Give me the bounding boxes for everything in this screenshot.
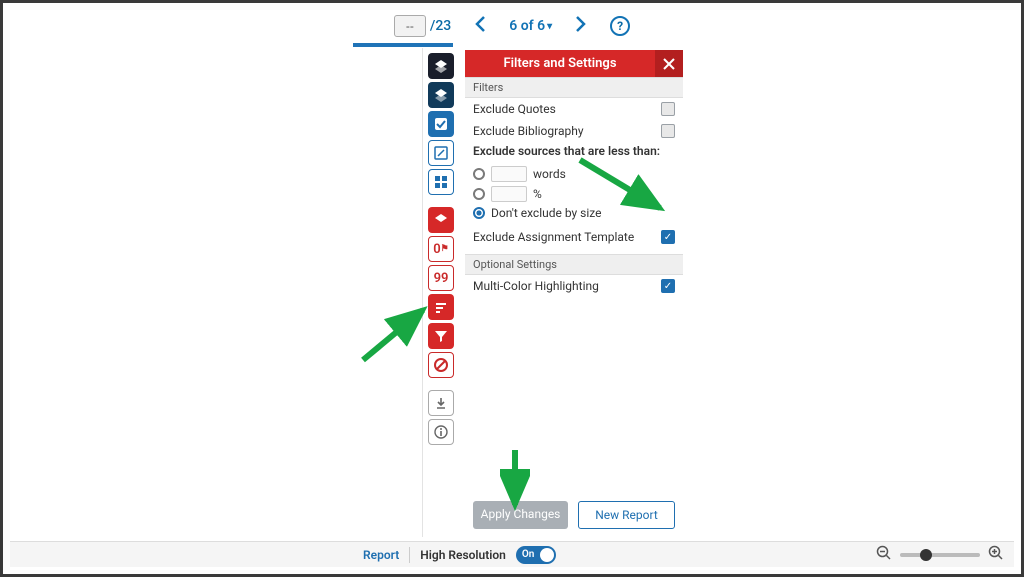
exclude-quotes-label: Exclude Quotes [473, 102, 556, 116]
help-icon[interactable]: ? [610, 16, 630, 36]
exclude-words-radio[interactable] [473, 168, 485, 180]
page-input[interactable] [394, 15, 426, 37]
exclude-bibliography-label: Exclude Bibliography [473, 124, 584, 138]
next-match-button[interactable] [568, 14, 594, 38]
prev-match-button[interactable] [467, 14, 493, 38]
info-icon[interactable] [428, 419, 454, 445]
multicolor-checkbox[interactable]: ✓ [661, 279, 675, 293]
multicolor-label: Multi-Color Highlighting [473, 279, 599, 293]
exclude-template-checkbox[interactable]: ✓ [661, 230, 675, 244]
exclude-size-heading: Exclude sources that are less than: [465, 142, 683, 164]
top-pagination-bar: /23 6 of 6▾ ? [10, 10, 1014, 42]
exclude-words-unit: words [533, 167, 566, 181]
exclude-template-label: Exclude Assignment Template [473, 230, 634, 244]
layers-secondary-icon[interactable] [428, 82, 454, 108]
panel-actions: Apply Changes New Report [465, 493, 683, 537]
layers-icon[interactable] [428, 53, 454, 79]
zoom-slider[interactable] [900, 553, 980, 557]
grid-icon[interactable] [428, 169, 454, 195]
optional-settings-label: Optional Settings [465, 254, 683, 275]
high-resolution-label: High Resolution [410, 548, 516, 562]
check-icon[interactable] [428, 111, 454, 137]
filters-section-label: Filters [465, 77, 683, 98]
page-total: /23 [430, 18, 451, 34]
exclude-bibliography-checkbox[interactable] [661, 124, 675, 138]
dont-exclude-label: Don't exclude by size [491, 206, 602, 220]
footer-bar: Report High Resolution On [10, 541, 1014, 567]
new-report-button[interactable]: New Report [578, 501, 675, 529]
excluded-sources-icon[interactable] [428, 352, 454, 378]
active-tab-accent [353, 43, 453, 47]
layers-red-icon[interactable] [428, 207, 454, 233]
panel-close-button[interactable] [655, 50, 683, 77]
zoom-in-icon[interactable] [988, 545, 1004, 565]
download-icon[interactable] [428, 390, 454, 416]
document-viewport [353, 48, 423, 537]
exclude-words-input[interactable] [491, 166, 527, 182]
exclude-percent-input[interactable] [491, 186, 527, 202]
exclude-percent-unit: % [533, 187, 542, 201]
edit-icon[interactable] [428, 140, 454, 166]
similarity-score-button[interactable]: 99 [428, 265, 454, 291]
exclude-quotes-checkbox[interactable] [661, 102, 675, 116]
filter-icon[interactable] [428, 323, 454, 349]
flag-count-badge[interactable]: 0⚑ [428, 236, 454, 262]
match-indicator[interactable]: 6 of 6▾ [509, 18, 552, 34]
report-tab[interactable]: Report [353, 548, 409, 562]
filters-settings-panel: Filters and Settings Filters Exclude Quo… [465, 50, 683, 297]
panel-title: Filters and Settings [465, 50, 655, 77]
exclude-percent-radio[interactable] [473, 188, 485, 200]
apply-changes-button[interactable]: Apply Changes [473, 501, 568, 529]
all-sources-icon[interactable] [428, 294, 454, 320]
zoom-out-icon[interactable] [876, 545, 892, 565]
side-toolbar: 0⚑ 99 [424, 50, 458, 448]
high-resolution-toggle[interactable]: On [516, 546, 556, 564]
dont-exclude-radio[interactable] [473, 207, 485, 219]
